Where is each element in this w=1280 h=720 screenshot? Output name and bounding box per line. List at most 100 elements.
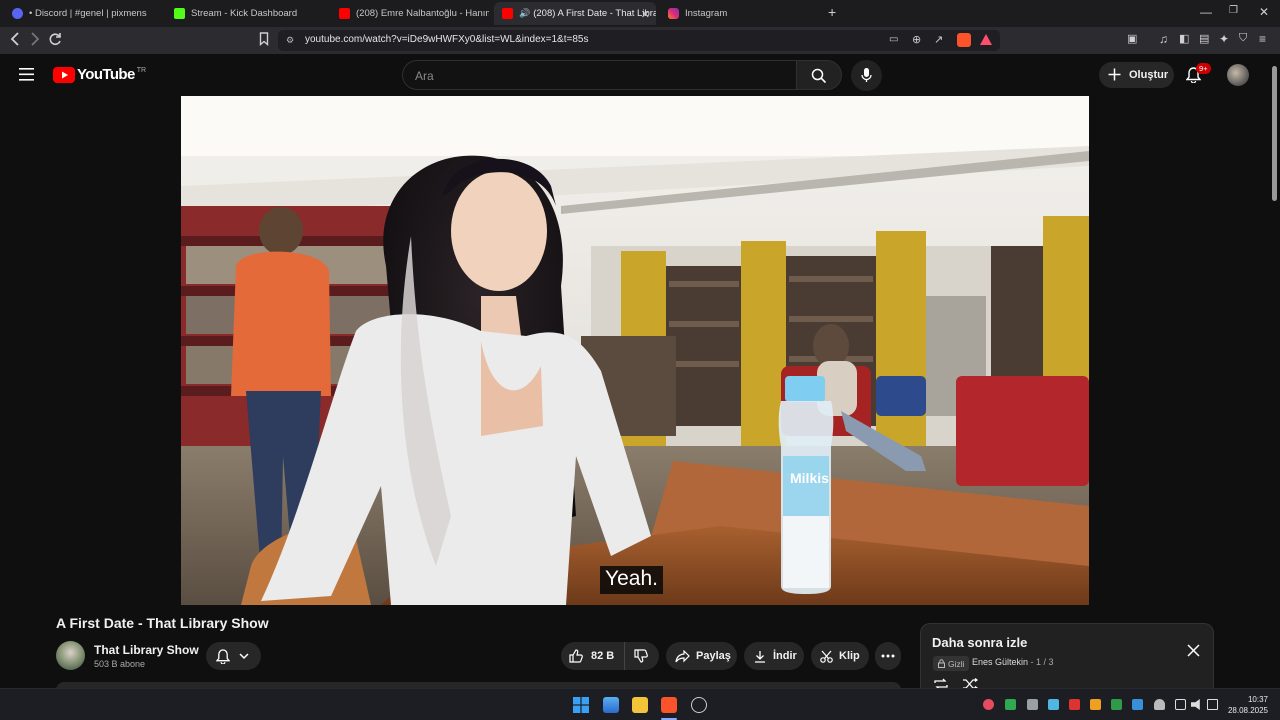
bottle-label: Milkis bbox=[790, 470, 829, 486]
lock-icon bbox=[938, 659, 945, 668]
sidebar-panel-icon[interactable]: ▣ bbox=[1127, 32, 1137, 45]
playlist-owner[interactable]: Enes Gültekin bbox=[972, 657, 1028, 667]
vpn-shield-icon[interactable]: ⛉ bbox=[1239, 32, 1247, 45]
brave-rewards-icon[interactable] bbox=[980, 34, 992, 45]
tab-youtube-active[interactable]: 🔊 (208) A First Date - That Library Show… bbox=[494, 2, 656, 25]
clip-button[interactable]: Klip bbox=[811, 642, 869, 670]
clip-label: Klip bbox=[839, 650, 860, 662]
tab-label: Instagram bbox=[685, 8, 728, 19]
forward-icon[interactable] bbox=[30, 32, 40, 46]
leo-ai-icon[interactable]: ✦ bbox=[1219, 32, 1229, 46]
close-playlist-icon[interactable] bbox=[1187, 644, 1200, 657]
network-icon[interactable] bbox=[1175, 699, 1186, 710]
new-tab-button[interactable]: + bbox=[828, 4, 836, 20]
kick-icon bbox=[174, 8, 185, 19]
tab-youtube-emre[interactable]: (208) Emre Nalbantoğlu - Hanımefendi bbox=[331, 2, 489, 25]
download-label: İndir bbox=[773, 650, 797, 662]
like-count: 82 B bbox=[591, 650, 615, 662]
plus-icon bbox=[1108, 68, 1121, 81]
more-icon bbox=[881, 654, 895, 658]
download-icon bbox=[755, 650, 765, 663]
privacy-label: Gizli bbox=[948, 658, 965, 669]
account-avatar[interactable] bbox=[1227, 64, 1249, 86]
video-title: A First Date - That Library Show bbox=[56, 615, 269, 631]
tray-app-icon[interactable] bbox=[1027, 699, 1038, 710]
youtube-logo[interactable]: YouTube TR bbox=[53, 66, 146, 83]
playlist-title[interactable]: Daha sonra izle bbox=[932, 635, 1027, 650]
channel-name[interactable]: That Library Show bbox=[94, 643, 199, 657]
windows-taskbar: 10:37 28.08.2025 bbox=[0, 688, 1280, 720]
browser-toolbar: ⚙ youtube.com/watch?v=iDe9wHWFXy0&list=W… bbox=[0, 27, 1280, 54]
thumbs-down-icon bbox=[634, 649, 648, 663]
site-settings-icon[interactable]: ⚙ bbox=[286, 35, 294, 46]
discord-icon bbox=[12, 8, 23, 19]
hamburger-menu-icon[interactable] bbox=[19, 68, 34, 81]
like-button[interactable]: 82 B bbox=[561, 642, 625, 670]
voice-search-button[interactable] bbox=[851, 60, 882, 91]
notification-count-badge: 9+ bbox=[1196, 63, 1211, 74]
url-text: youtube.com/watch?v=iDe9wHWFXy0&list=WL&… bbox=[305, 34, 589, 45]
close-tab-icon[interactable]: ✕ bbox=[641, 8, 650, 21]
tray-app-icon[interactable] bbox=[1132, 699, 1143, 710]
create-button[interactable]: Oluştur bbox=[1099, 62, 1174, 88]
more-actions-button[interactable] bbox=[875, 642, 901, 670]
youtube-header: YouTube TR Ara Oluştur 9+ bbox=[0, 54, 1280, 96]
file-explorer-icon[interactable] bbox=[632, 697, 648, 713]
zoom-icon[interactable]: ⊕ bbox=[912, 33, 921, 46]
menu-icon[interactable]: ≡ bbox=[1259, 32, 1266, 46]
chevron-down-icon bbox=[239, 652, 249, 659]
tray-app-icon[interactable] bbox=[1048, 699, 1059, 710]
address-bar[interactable]: ⚙ youtube.com/watch?v=iDe9wHWFXy0&list=W… bbox=[278, 30, 1000, 51]
speaker-icon: 🔊 bbox=[519, 8, 531, 18]
bell-icon bbox=[216, 648, 230, 664]
thumbs-up-icon bbox=[569, 649, 583, 663]
tab-label: • Discord | #genel | pixmens bbox=[29, 8, 147, 19]
share-icon bbox=[675, 649, 690, 662]
widgets-icon[interactable] bbox=[603, 697, 619, 713]
restore-icon[interactable]: ❐ bbox=[1229, 5, 1238, 16]
microphone-tray-icon[interactable] bbox=[1154, 699, 1165, 710]
system-clock[interactable]: 10:37 28.08.2025 bbox=[1226, 694, 1268, 716]
reload-icon[interactable] bbox=[48, 32, 62, 46]
nvidia-tray-icon[interactable] bbox=[1005, 699, 1016, 710]
tab-kick[interactable]: Stream - Kick Dashboard bbox=[166, 2, 326, 25]
youtube-icon bbox=[502, 8, 513, 19]
subscription-bell-button[interactable] bbox=[206, 642, 261, 670]
share-button[interactable]: Paylaş bbox=[666, 642, 737, 670]
windows-start-icon[interactable] bbox=[573, 697, 589, 713]
media-icon[interactable]: ♫ bbox=[1159, 32, 1168, 46]
tab-instagram[interactable]: Instagram bbox=[660, 2, 820, 25]
tray-app-icon[interactable] bbox=[983, 699, 994, 710]
page-scrollbar-thumb[interactable] bbox=[1272, 66, 1277, 201]
cast-icon[interactable]: ▭ bbox=[889, 34, 898, 45]
bookmark-icon[interactable] bbox=[259, 32, 269, 46]
download-button[interactable]: İndir bbox=[744, 642, 804, 670]
subscriber-count: 503 B abone bbox=[94, 659, 146, 669]
tray-app-icon[interactable] bbox=[1111, 699, 1122, 710]
search-button[interactable] bbox=[796, 60, 842, 90]
back-icon[interactable] bbox=[10, 32, 20, 46]
tray-app-icon[interactable] bbox=[1069, 699, 1080, 710]
sidebar-toggle-icon[interactable]: ◧ bbox=[1179, 32, 1189, 45]
tray-app-icon[interactable] bbox=[1090, 699, 1101, 710]
battery-icon[interactable] bbox=[1207, 699, 1218, 710]
wallet-icon[interactable]: ▤ bbox=[1199, 32, 1209, 45]
video-subtitle: Yeah. bbox=[600, 566, 663, 594]
tab-discord[interactable]: • Discord | #genel | pixmens bbox=[4, 2, 164, 25]
dislike-button[interactable] bbox=[625, 649, 648, 663]
brave-shields-icon[interactable] bbox=[957, 33, 971, 47]
channel-avatar[interactable] bbox=[56, 641, 85, 670]
minimize-icon[interactable]: — bbox=[1200, 5, 1212, 19]
tab-label: (208) A First Date - That Library Show bbox=[533, 8, 656, 19]
tab-label: (208) Emre Nalbantoğlu - Hanımefendi bbox=[356, 8, 489, 19]
share-page-icon[interactable]: ↗ bbox=[934, 33, 943, 46]
video-player[interactable]: Milkis bbox=[181, 96, 1089, 605]
search-input[interactable]: Ara bbox=[402, 60, 796, 90]
playlist-owner-info: Enes Gültekin - 1 / 3 bbox=[972, 657, 1054, 667]
steam-icon[interactable] bbox=[691, 697, 707, 713]
close-window-icon[interactable]: ✕ bbox=[1259, 5, 1269, 19]
privacy-badge: Gizli bbox=[933, 656, 969, 671]
create-label: Oluştur bbox=[1129, 69, 1169, 81]
brave-browser-icon[interactable] bbox=[661, 697, 677, 713]
volume-icon[interactable] bbox=[1191, 699, 1200, 710]
